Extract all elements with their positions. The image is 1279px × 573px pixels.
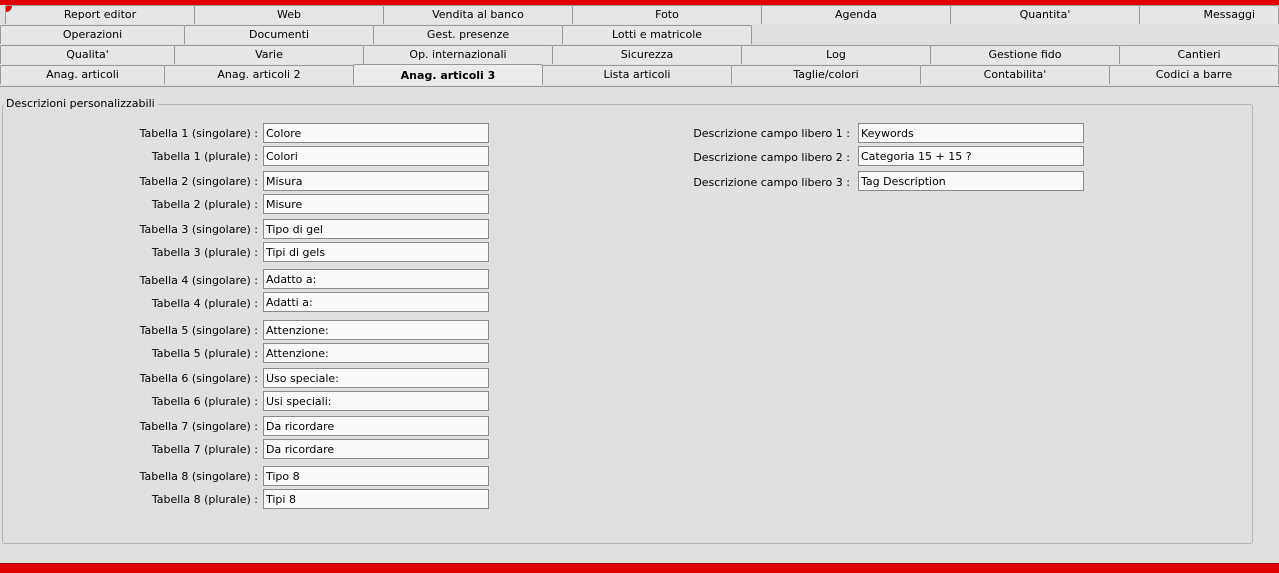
- tab-anag-articoli-2[interactable]: Anag. articoli 2: [164, 65, 354, 84]
- table-3-plural-input[interactable]: [263, 242, 489, 262]
- table-2-plural-label: Tabella 2 (plurale) :: [151, 198, 258, 211]
- free-field-1-input[interactable]: [858, 123, 1084, 143]
- table-8-singular-label: Tabella 8 (singolare) :: [139, 470, 258, 483]
- tab-panel: Descrizioni personalizzabili Tabella 1 (…: [0, 86, 1279, 563]
- table-6-plural-input[interactable]: [263, 391, 489, 411]
- tab-web[interactable]: Web: [194, 5, 384, 24]
- tab-vendita-al-banco[interactable]: Vendita al banco: [383, 5, 573, 24]
- tab-sicurezza[interactable]: Sicurezza: [552, 45, 742, 64]
- tab-lotti-e-matricole[interactable]: Lotti e matricole: [562, 25, 752, 44]
- tab-documenti[interactable]: Documenti: [184, 25, 374, 44]
- tab-operazioni[interactable]: Operazioni: [0, 25, 185, 44]
- table-6-singular-input[interactable]: [263, 368, 489, 388]
- tab-codici-a-barre[interactable]: Codici a barre: [1109, 65, 1279, 84]
- table-2-singular-label: Tabella 2 (singolare) :: [139, 175, 258, 188]
- tab-report-editor[interactable]: Report editor: [5, 5, 195, 24]
- tab-row-1: Report editor Web Vendita al banco Foto …: [0, 5, 1279, 25]
- table-3-singular-label: Tabella 3 (singolare) :: [139, 223, 258, 236]
- free-field-1-label: Descrizione campo libero 1 :: [693, 127, 850, 140]
- group-title: Descrizioni personalizzabili: [4, 97, 157, 110]
- table-7-plural-input[interactable]: [263, 439, 489, 459]
- free-field-3-input[interactable]: [858, 171, 1084, 191]
- tab-anag-articoli[interactable]: Anag. articoli: [0, 65, 165, 84]
- table-5-singular-input[interactable]: [263, 320, 489, 340]
- table-4-plural-input[interactable]: [263, 292, 489, 312]
- tab-varie[interactable]: Varie: [174, 45, 364, 64]
- tab-row-2: Operazioni Documenti Gest. presenze Lott…: [0, 25, 1279, 45]
- table-6-singular-label: Tabella 6 (singolare) :: [139, 372, 258, 385]
- table-8-plural-label: Tabella 8 (plurale) :: [151, 493, 258, 506]
- table-4-singular-label: Tabella 4 (singolare) :: [139, 274, 258, 287]
- table-6-plural-label: Tabella 6 (plurale) :: [151, 395, 258, 408]
- tab-cantieri[interactable]: Cantieri: [1119, 45, 1279, 64]
- table-2-singular-input[interactable]: [263, 171, 489, 191]
- table-5-plural-input[interactable]: [263, 343, 489, 363]
- table-7-singular-label: Tabella 7 (singolare) :: [139, 420, 258, 433]
- table-8-singular-input[interactable]: [263, 466, 489, 486]
- tab-anag-articoli-3[interactable]: Anag. articoli 3: [353, 64, 543, 85]
- tab-qualita[interactable]: Qualita': [0, 45, 175, 64]
- table-5-singular-label: Tabella 5 (singolare) :: [139, 324, 258, 337]
- tab-gest-presenze[interactable]: Gest. presenze: [373, 25, 563, 44]
- free-field-2-input[interactable]: [858, 146, 1084, 166]
- free-field-2-label: Descrizione campo libero 2 :: [693, 151, 850, 164]
- table-8-plural-input[interactable]: [263, 489, 489, 509]
- table-4-singular-input[interactable]: [263, 269, 489, 289]
- tab-agenda[interactable]: Agenda: [761, 5, 951, 24]
- table-1-plural-label: Tabella 1 (plurale) :: [151, 150, 258, 163]
- tab-taglie-colori[interactable]: Taglie/colori: [731, 65, 921, 84]
- tab-gestione-fido[interactable]: Gestione fido: [930, 45, 1120, 64]
- table-1-plural-input[interactable]: [263, 146, 489, 166]
- table-3-singular-input[interactable]: [263, 219, 489, 239]
- tab-op-internazionali[interactable]: Op. internazionali: [363, 45, 553, 64]
- tab-log[interactable]: Log: [741, 45, 931, 64]
- table-1-singular-input[interactable]: [263, 123, 489, 143]
- free-field-3-label: Descrizione campo libero 3 :: [693, 176, 850, 189]
- tab-messaggi[interactable]: Messaggi: [1139, 5, 1279, 24]
- table-2-plural-input[interactable]: [263, 194, 489, 214]
- tab-contabilita[interactable]: Contabilita': [920, 65, 1110, 84]
- tab-quantita[interactable]: Quantita': [950, 5, 1140, 24]
- table-3-plural-label: Tabella 3 (plurale) :: [151, 246, 258, 259]
- table-4-plural-label: Tabella 4 (plurale) :: [151, 297, 258, 310]
- table-1-singular-label: Tabella 1 (singolare) :: [139, 127, 258, 140]
- tab-lista-articoli[interactable]: Lista articoli: [542, 65, 732, 84]
- table-7-singular-input[interactable]: [263, 416, 489, 436]
- tab-foto[interactable]: Foto: [572, 5, 762, 24]
- bottom-red-bar: [0, 563, 1279, 573]
- table-7-plural-label: Tabella 7 (plurale) :: [151, 443, 258, 456]
- tab-row-4: Anag. articoli Anag. articoli 2 Anag. ar…: [0, 64, 1279, 85]
- table-5-plural-label: Tabella 5 (plurale) :: [151, 347, 258, 360]
- tab-row-3: Qualita' Varie Op. internazionali Sicure…: [0, 45, 1279, 65]
